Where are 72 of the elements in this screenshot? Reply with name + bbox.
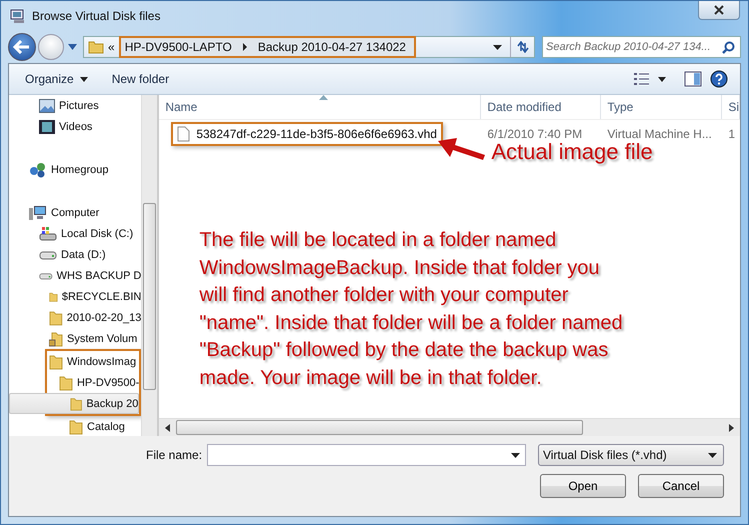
file-name-field[interactable] xyxy=(207,444,526,466)
file-name-cell[interactable]: 538247df-c229-11de-b3f5-806e6f6e6963.vhd xyxy=(171,122,443,146)
file-name-label: File name: xyxy=(146,448,202,462)
computer-icon xyxy=(29,204,47,220)
tree-item[interactable]: Computer xyxy=(9,202,142,223)
caret-icon[interactable] xyxy=(658,76,666,82)
folder-icon xyxy=(59,374,73,390)
picture-icon xyxy=(39,98,55,112)
column-header[interactable]: Date modified xyxy=(481,95,602,119)
dropdown-caret-icon[interactable] xyxy=(493,44,502,50)
drive-icon xyxy=(39,270,53,280)
caret-icon xyxy=(80,76,88,82)
overflow-chevron[interactable]: « xyxy=(108,40,115,54)
close-button[interactable] xyxy=(698,1,740,20)
annotation-note: The file will be located in a folder named WindowsImageBackup. Inside that folder you will find another folder with your computer "name". Inside that folder will be a folder named "Backup" followed by the date the backup was made. Your image will be in that folder. xyxy=(199,228,624,390)
table-cell-text: 1 xyxy=(727,127,736,141)
sort-arrow-icon xyxy=(319,95,328,100)
window-title: Browse Virtual Disk files xyxy=(32,9,160,23)
back-button[interactable] xyxy=(8,33,36,61)
search-icon xyxy=(722,40,735,54)
scroll-right-icon xyxy=(729,424,734,432)
folder-icon xyxy=(49,354,63,370)
app-icon xyxy=(10,8,26,24)
search-field[interactable]: Search Backup 2010-04-27 134... xyxy=(542,36,741,58)
folder-icon xyxy=(88,39,104,55)
chevron-right-icon[interactable] xyxy=(242,43,248,51)
file-icon xyxy=(177,126,190,142)
breadcrumb[interactable]: Backup 2010-04-27 134022 xyxy=(258,40,406,54)
tree-item[interactable]: HP-DV9500- xyxy=(9,372,140,393)
cancel-button[interactable]: Cancel xyxy=(638,474,724,498)
scroll-left-icon xyxy=(165,424,170,432)
preview-pane-icon[interactable] xyxy=(684,71,702,87)
drive-icon xyxy=(39,250,57,260)
tree-item[interactable]: WHS BACKUP D xyxy=(9,265,142,286)
column-header[interactable]: Si xyxy=(722,95,740,119)
tree-item[interactable]: 2010-02-20_13 xyxy=(9,307,142,328)
folder-icon xyxy=(70,396,82,412)
column-header[interactable]: Type xyxy=(601,95,722,119)
address-bar[interactable]: « HP-DV9500-LAPTO Backup 2010-04-27 134022 xyxy=(83,36,535,58)
drive-icon xyxy=(39,226,57,242)
date-cell-text: 6/1/2010 7:40 PM xyxy=(486,127,584,141)
close-icon xyxy=(714,5,724,15)
organize-menu[interactable]: Organize xyxy=(17,69,96,89)
dropdown-caret-icon xyxy=(510,452,520,458)
dropdown-caret-icon xyxy=(708,452,717,458)
tree-item[interactable]: Local Disk (C:) xyxy=(9,223,142,244)
file-type-dropdown[interactable]: Virtual Disk files (*.vhd) xyxy=(538,444,724,466)
tree-item[interactable]: WindowsImag xyxy=(9,351,140,372)
film-icon xyxy=(39,120,55,134)
tree-item[interactable]: $RECYCLE.BIN xyxy=(9,286,142,307)
tree-item[interactable]: Backup 20 xyxy=(9,393,140,414)
open-button[interactable]: Open xyxy=(540,474,626,498)
vertical-scrollbar[interactable] xyxy=(141,95,158,436)
tree-item[interactable]: System Volum xyxy=(9,328,142,349)
tree-item[interactable]: Pictures xyxy=(9,95,142,116)
tree-item[interactable]: Videos xyxy=(9,116,142,137)
tree-item[interactable]: Data (D:) xyxy=(9,244,142,265)
type-cell-text: Virtual Machine H... xyxy=(606,127,713,141)
tree-item[interactable]: Catalog xyxy=(9,416,142,436)
view-list-icon[interactable] xyxy=(634,72,650,86)
new-folder-button[interactable]: New folder xyxy=(104,69,178,89)
folder-icon xyxy=(49,310,63,326)
help-icon[interactable] xyxy=(710,70,728,88)
breadcrumb[interactable]: HP-DV9500-LAPTO xyxy=(124,40,232,54)
annotation-caption: Actual image file xyxy=(491,139,653,165)
refresh-arrows-icon xyxy=(516,41,530,53)
horizontal-scrollbar[interactable] xyxy=(159,418,740,436)
back-arrow-icon xyxy=(13,40,31,54)
folder-icon xyxy=(69,418,83,434)
tree-item[interactable]: Homegroup xyxy=(9,159,142,180)
locked-folder-icon xyxy=(49,330,63,346)
network-icon xyxy=(29,162,47,178)
